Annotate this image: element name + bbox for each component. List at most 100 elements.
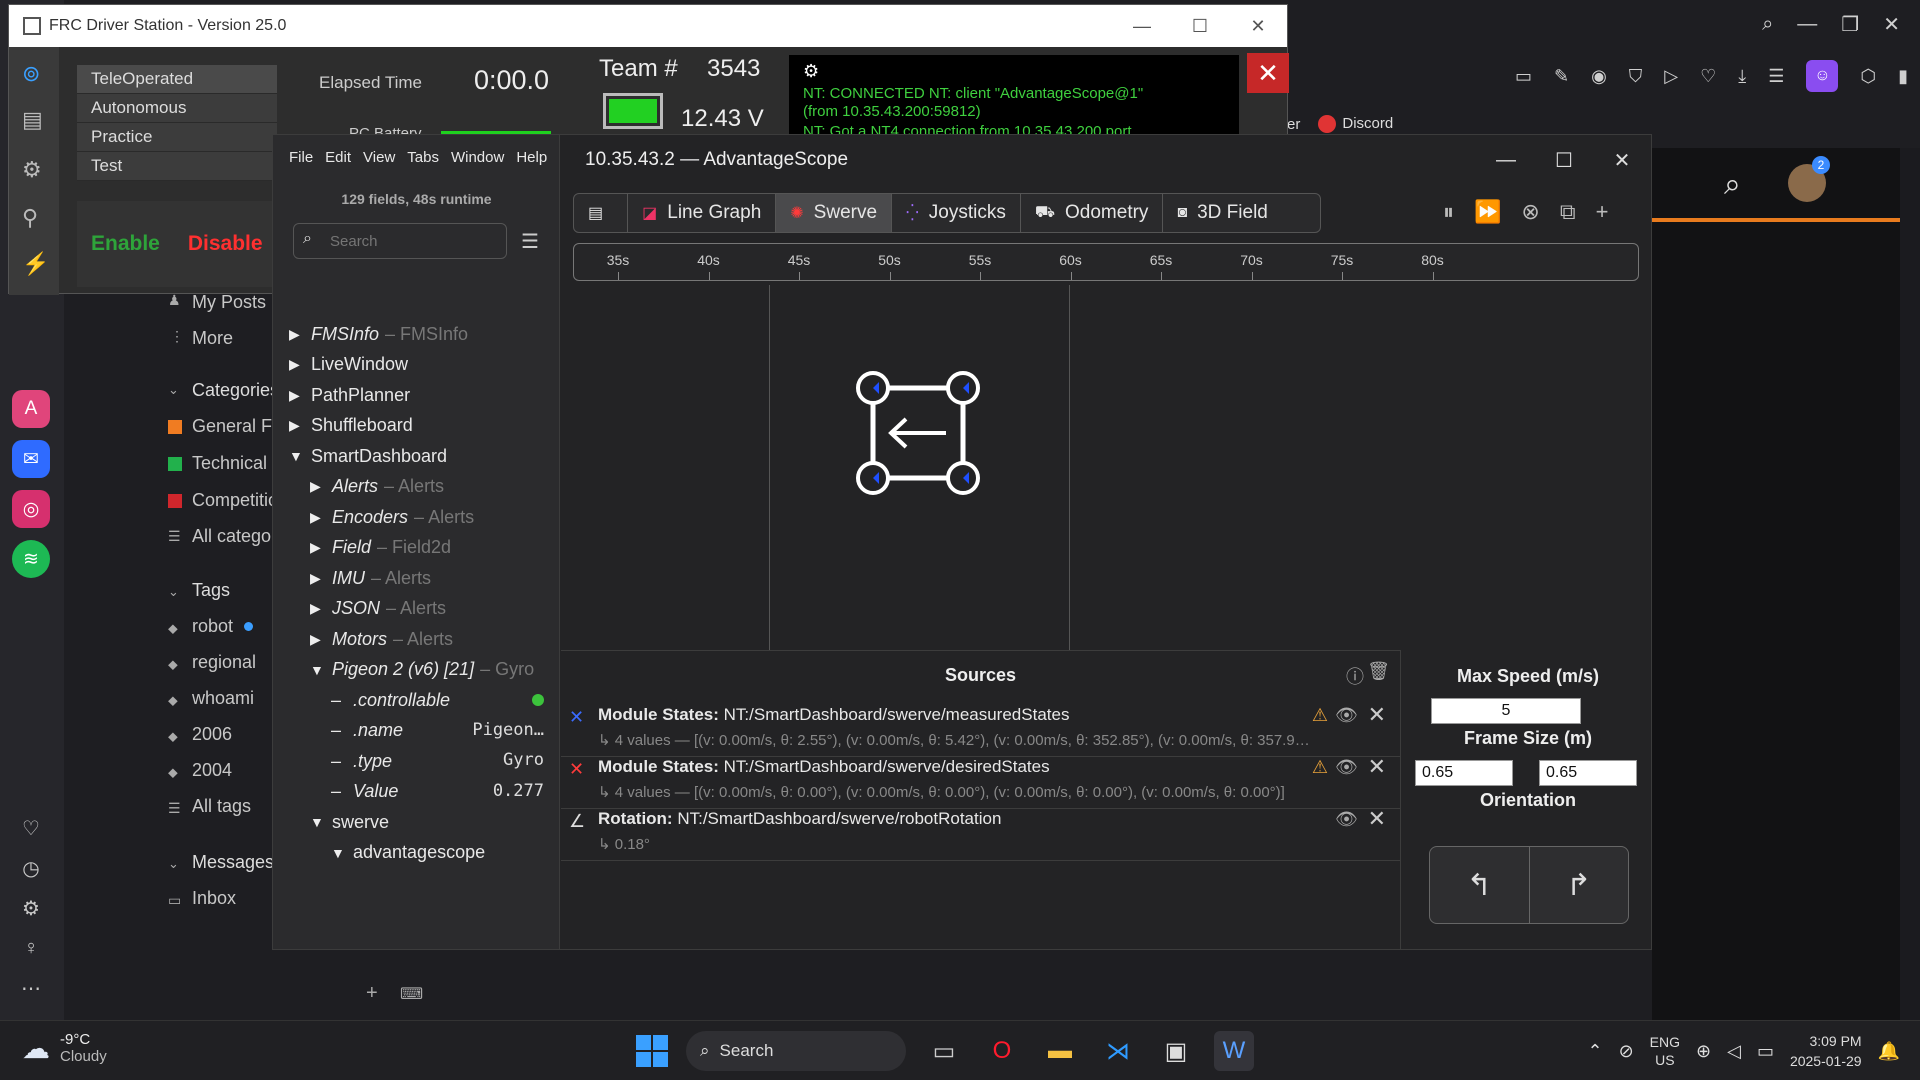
expanded-arrow-icon[interactable]: ▼	[331, 845, 353, 861]
maximize-icon[interactable]: ☐	[1171, 5, 1229, 47]
tree-leaf[interactable]: – .type Gyro	[331, 746, 560, 776]
search-icon[interactable]: ⌕	[1762, 13, 1773, 36]
menu-view[interactable]: View	[363, 149, 395, 166]
mode-practice[interactable]: Practice	[77, 123, 277, 152]
close-tab-icon[interactable]: ⊗	[1521, 199, 1539, 225]
menu-icon[interactable]: ☰	[1768, 66, 1784, 87]
frame-width-input[interactable]	[1415, 760, 1513, 786]
enable-button[interactable]: Enable	[77, 232, 174, 256]
more-link[interactable]: More	[192, 328, 233, 349]
spotify-icon[interactable]: ≋	[12, 540, 50, 578]
tag-2004[interactable]: 2004	[192, 760, 232, 781]
file-explorer-icon[interactable]: ▬	[1040, 1031, 1080, 1071]
diagnostics-icon[interactable]: ▤	[22, 107, 43, 133]
chevron-down-icon[interactable]: ⌄	[168, 856, 179, 872]
shield-icon[interactable]: ⛉	[1629, 66, 1643, 87]
close-icon[interactable]: ✕	[1883, 12, 1900, 37]
tree-item[interactable]: ▶ PathPlanner	[289, 380, 410, 410]
collapsed-arrow-icon[interactable]: ▶	[310, 600, 332, 617]
keyboard-icon[interactable]: ⌨	[400, 984, 423, 1004]
battery-icon[interactable]: ▭	[1757, 1041, 1774, 1062]
gear-icon[interactable]: ⚙	[803, 61, 819, 82]
category-technical[interactable]: Technical	[192, 453, 267, 474]
messenger-icon[interactable]: ✉	[12, 440, 50, 478]
search-input[interactable]	[293, 223, 507, 259]
eye-icon[interactable]: 👁	[1335, 757, 1358, 778]
collapsed-arrow-icon[interactable]: ▶	[289, 387, 311, 404]
tree-item[interactable]: ▼ SmartDashboard	[289, 441, 447, 471]
warning-icon[interactable]: ⚠	[1312, 705, 1328, 726]
tab-documentation[interactable]: ▤	[574, 194, 629, 232]
max-speed-input[interactable]	[1431, 698, 1581, 724]
category-competition[interactable]: Competitio	[192, 490, 278, 511]
globe-icon[interactable]: ⊕	[1696, 1041, 1711, 1062]
heart-icon[interactable]: ♡	[18, 815, 44, 841]
tree-item[interactable]: ▶ Motors – Alerts	[310, 624, 453, 654]
tree-item[interactable]: ▶ FMSInfo – FMSInfo	[289, 319, 468, 349]
opera-icon[interactable]: O	[982, 1031, 1022, 1071]
collapsed-arrow-icon[interactable]: ▶	[310, 509, 332, 526]
rotate-left-button[interactable]: ↰	[1430, 847, 1530, 923]
inbox-link[interactable]: Inbox	[192, 888, 236, 909]
messages-heading[interactable]: Messages	[192, 852, 274, 873]
filter-icon[interactable]: ☰	[521, 229, 539, 254]
menu-file[interactable]: File	[289, 149, 313, 166]
mode-autonomous[interactable]: Autonomous	[77, 94, 277, 123]
remove-source-icon[interactable]: ✕	[1368, 702, 1386, 728]
tree-leaf[interactable]: – .name Pigeon…	[331, 716, 560, 746]
tab-joysticks[interactable]: ⁛ Joysticks	[892, 194, 1021, 232]
tag-robot[interactable]: robot	[192, 616, 233, 637]
collapsed-arrow-icon[interactable]: ▶	[289, 417, 311, 434]
minimize-icon[interactable]: —	[1113, 5, 1171, 47]
collapsed-arrow-icon[interactable]: ▶	[289, 326, 311, 343]
warning-icon[interactable]: ⚠	[1312, 757, 1328, 778]
collapsed-arrow-icon[interactable]: ▶	[310, 539, 332, 556]
gear-icon[interactable]: ⚙	[22, 157, 42, 183]
expanded-arrow-icon[interactable]: ▼	[310, 814, 332, 830]
tab-odometry[interactable]: ⛟ Odometry	[1021, 194, 1164, 232]
more-icon[interactable]: ⋯	[18, 975, 44, 1001]
categories-heading[interactable]: Categories	[192, 380, 279, 401]
play-icon[interactable]: ▷	[1664, 66, 1678, 87]
history-icon[interactable]: ◷	[18, 855, 44, 881]
camera-icon[interactable]: ◉	[1591, 66, 1607, 87]
tags-heading[interactable]: Tags	[192, 580, 230, 601]
all-tags-link[interactable]: All tags	[192, 796, 251, 817]
collapsed-arrow-icon[interactable]: ▶	[310, 570, 332, 587]
tree-item[interactable]: ▶ JSON – Alerts	[310, 594, 446, 624]
clock[interactable]: 3:09 PM 2025-01-29	[1790, 1031, 1862, 1071]
ds-close-button[interactable]: ✕	[1247, 53, 1289, 93]
tree-item[interactable]: ▶ Alerts – Alerts	[310, 472, 444, 502]
tree-leaf[interactable]: – Value 0.277	[331, 777, 560, 807]
menu-window[interactable]: Window	[451, 149, 504, 166]
chevron-up-icon[interactable]: ⌃	[1587, 1041, 1602, 1062]
menu-help[interactable]: Help	[516, 149, 547, 166]
taskbar-search[interactable]: ⌕ Search	[686, 1031, 906, 1071]
trash-icon[interactable]: 🗑	[1367, 661, 1390, 682]
tree-item[interactable]: ▶ LiveWindow	[289, 350, 408, 380]
weather-widget[interactable]: ☁ -9°C Cloudy	[22, 1031, 107, 1065]
collapsed-arrow-icon[interactable]: ▶	[310, 631, 332, 648]
remove-source-icon[interactable]: ✕	[1368, 806, 1386, 832]
menu-tabs[interactable]: Tabs	[407, 149, 439, 166]
tag-whoami[interactable]: whoami	[192, 688, 254, 709]
eye-icon[interactable]: 👁	[1335, 809, 1358, 830]
bookmark-discord[interactable]: Discord	[1318, 115, 1393, 134]
tab-3d-field[interactable]: ◙ 3D Field	[1163, 194, 1281, 232]
power-icon[interactable]: ⚡	[22, 251, 49, 277]
sidebar-toggle-icon[interactable]: ▮	[1898, 66, 1908, 87]
expanded-arrow-icon[interactable]: ▼	[310, 662, 332, 678]
aria-icon[interactable]: A	[12, 390, 50, 428]
minimize-icon[interactable]: —	[1477, 135, 1535, 185]
reader-icon[interactable]: ▭	[1515, 66, 1532, 87]
tree-item[interactable]: ▼ advantagescope	[331, 838, 485, 868]
tree-item[interactable]: ▶ Field – Field2d	[310, 533, 451, 563]
network-off-icon[interactable]: ⊘	[1619, 1041, 1634, 1062]
maximize-icon[interactable]: ☐	[1535, 135, 1593, 185]
tree-leaf[interactable]: – .controllable	[331, 685, 560, 715]
download-icon[interactable]: ⤓	[1738, 66, 1746, 87]
windows-start-icon[interactable]	[636, 1035, 668, 1067]
tree-item[interactable]: ▶ IMU – Alerts	[310, 563, 431, 593]
collapsed-arrow-icon[interactable]: ▶	[289, 356, 311, 373]
volume-mute-icon[interactable]: ◁	[1727, 1041, 1741, 1062]
